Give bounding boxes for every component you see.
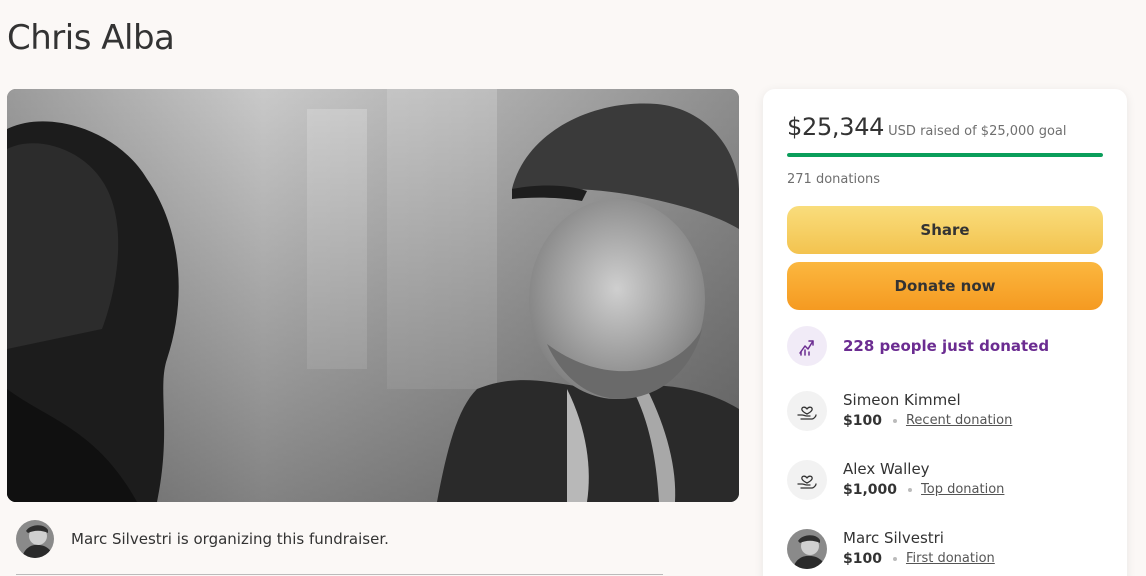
separator-dot: [892, 419, 897, 423]
donor-item: Alex Walley $1,000 Top donation: [787, 459, 1004, 501]
separator-dot: [892, 557, 897, 561]
heart-hand-icon: [787, 460, 827, 500]
separator-dot: [908, 488, 913, 492]
donor-name: Simeon Kimmel: [843, 391, 961, 409]
organizer-text: Marc Silvestri is organizing this fundra…: [71, 530, 389, 548]
raised-amount: $25,344: [787, 113, 885, 141]
donor-tag-link[interactable]: Recent donation: [906, 410, 1012, 432]
donor-avatar: [787, 529, 827, 569]
donor-amount: $100: [843, 413, 882, 429]
donation-card: $25,344 USD raised of $25,000 goal 271 do…: [763, 89, 1127, 576]
donor-item: Marc Silvestri $100 First donation: [787, 528, 995, 570]
campaign-hero-image: [7, 89, 739, 502]
donate-now-button[interactable]: Donate now: [787, 262, 1103, 310]
trend-icon: [787, 326, 827, 366]
trend-label: 228 people just donated: [843, 337, 1050, 355]
donor-amount: $1,000: [843, 482, 898, 498]
donation-count: 271 donations: [787, 172, 881, 187]
progress-bar: [787, 153, 1103, 157]
progress-fill: [787, 153, 1103, 157]
recent-donations-trend: 228 people just donated: [787, 326, 1049, 366]
donor-tag-link[interactable]: Top donation: [921, 479, 1004, 501]
heart-hand-icon: [787, 391, 827, 431]
donor-amount: $100: [843, 551, 882, 567]
divider: [16, 574, 663, 575]
donor-item: Simeon Kimmel $100 Recent donation: [787, 390, 1012, 432]
page-title: Chris Alba: [7, 18, 175, 58]
donor-name: Marc Silvestri: [843, 529, 944, 547]
share-button[interactable]: Share: [787, 206, 1103, 254]
organizer-avatar[interactable]: [16, 520, 54, 558]
donor-name: Alex Walley: [843, 460, 930, 478]
organizer-row: Marc Silvestri is organizing this fundra…: [16, 519, 696, 559]
donor-tag-link[interactable]: First donation: [906, 548, 995, 570]
raised-summary: $25,344 USD raised of $25,000 goal: [787, 113, 1066, 141]
goal-text: USD raised of $25,000 goal: [888, 124, 1067, 139]
